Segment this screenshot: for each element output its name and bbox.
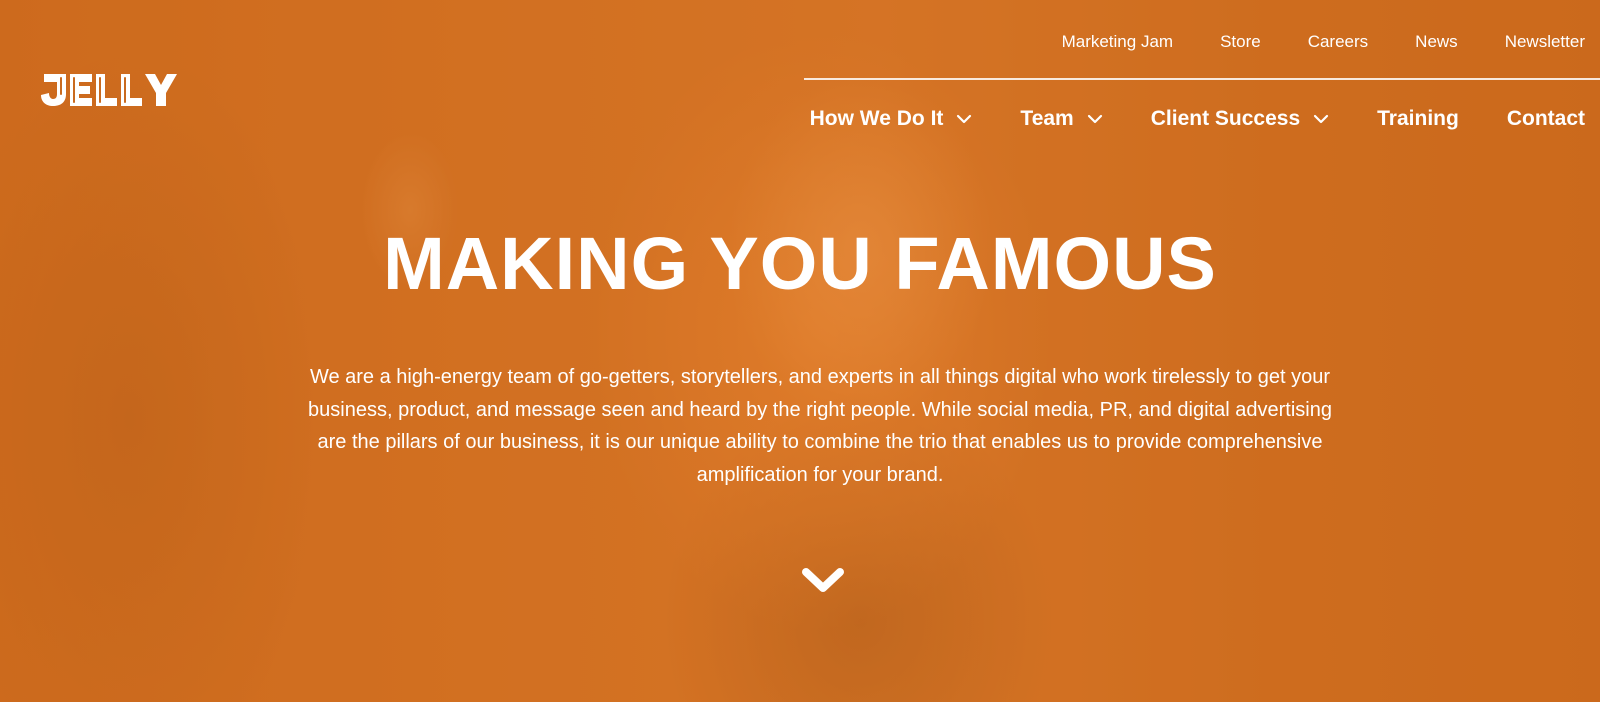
utility-link-store[interactable]: Store [1220, 31, 1261, 53]
nav-item-label: Contact [1506, 107, 1585, 130]
nav-item-label: Client Success [1150, 107, 1301, 130]
utility-link-news[interactable]: News [1415, 31, 1458, 53]
scroll-down-button[interactable] [800, 566, 846, 596]
utility-link-marketing-jam[interactable]: Marketing Jam [1062, 31, 1173, 53]
nav-item-label: How We Do It [809, 107, 944, 130]
nav-item-label: Training [1377, 107, 1459, 130]
hero-section: Marketing Jam Store Careers News Newslet… [0, 0, 1600, 702]
utility-link-careers[interactable]: Careers [1308, 31, 1368, 53]
hero-description: We are a high-energy team of go-getters,… [308, 366, 1332, 486]
chevron-down-icon [1087, 114, 1103, 124]
chevron-down-icon [956, 114, 972, 124]
jelly-logo[interactable] [40, 72, 182, 108]
nav-item-label: Team [1020, 107, 1074, 130]
nav-item-team[interactable]: Team [1020, 106, 1102, 132]
nav-item-client-success[interactable]: Client Success [1151, 106, 1329, 132]
main-nav: How We Do It Team Client Success Trainin… [810, 106, 1585, 132]
nav-item-contact[interactable]: Contact [1507, 106, 1585, 132]
nav-divider [804, 78, 1600, 80]
chevron-down-icon [800, 566, 846, 596]
nav-item-training[interactable]: Training [1377, 106, 1459, 132]
utility-nav: Marketing Jam Store Careers News Newslet… [1015, 31, 1585, 53]
utility-link-newsletter[interactable]: Newsletter [1505, 31, 1585, 53]
hero-title: MAKING YOU FAMOUS [383, 222, 1217, 305]
chevron-down-icon [1313, 114, 1329, 124]
nav-item-how-we-do-it[interactable]: How We Do It [810, 106, 973, 132]
